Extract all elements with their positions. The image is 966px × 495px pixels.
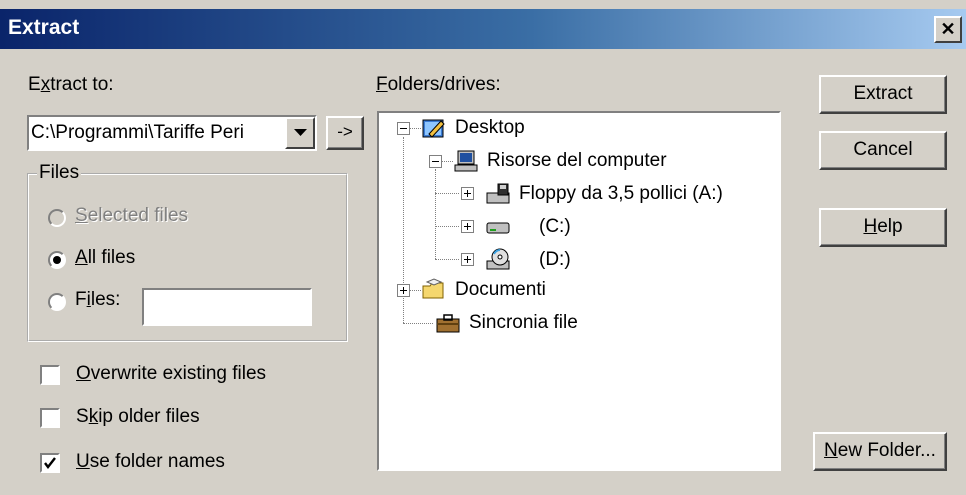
files-label[interactable]: Files: (75, 289, 120, 311)
help-button-label: Help (863, 216, 903, 237)
expander-minus-icon[interactable] (429, 155, 442, 168)
use-folder-names-label[interactable]: Use folder names (76, 451, 225, 473)
files-filter-input[interactable] (142, 288, 312, 326)
expander-minus-icon[interactable] (397, 122, 410, 135)
extract-to-combo[interactable]: C:\Programmi\Tariffe Peri (27, 115, 317, 151)
extract-button[interactable]: Extract (819, 75, 947, 114)
selected-files-label: Selected files (75, 205, 189, 226)
my-computer-icon (454, 150, 478, 172)
cd-drive-icon (486, 248, 510, 270)
tree-line (435, 226, 459, 227)
tree-line (403, 323, 433, 324)
hard-drive-icon (486, 222, 510, 234)
tree-line (435, 169, 436, 259)
browse-arrow-button[interactable]: -> (326, 116, 364, 150)
close-button[interactable]: ✕ (934, 16, 962, 43)
new-folder-button[interactable]: New Folder... (813, 432, 947, 471)
floppy-drive-icon (486, 183, 510, 204)
tree-node-briefcase[interactable]: Sincronia file (469, 312, 578, 334)
folders-tree[interactable]: Desktop Risorse del computer Floppy da 3… (377, 111, 781, 471)
desktop-icon (422, 119, 445, 138)
skip-older-label[interactable]: Skip older files (76, 406, 200, 428)
selected-files-radio (48, 209, 66, 227)
checkmark-icon (44, 457, 56, 469)
new-folder-button-label: New Folder... (824, 440, 936, 461)
tree-line (435, 259, 459, 260)
title-bar[interactable]: Extract ✕ (0, 9, 966, 49)
extract-to-label: Extract to: (28, 74, 114, 95)
tree-line (441, 161, 453, 162)
briefcase-icon (436, 314, 460, 333)
expander-plus-icon[interactable] (461, 187, 474, 200)
close-icon: ✕ (940, 19, 956, 39)
files-group: Files Selected files All files Files: (27, 162, 348, 342)
all-files-radio[interactable] (48, 251, 66, 269)
files-radio[interactable] (48, 293, 66, 311)
documents-folder-icon (422, 278, 444, 299)
tree-node-desktop[interactable]: Desktop (455, 117, 525, 139)
browse-arrow-label: -> (337, 122, 353, 141)
use-folder-names-checkbox[interactable] (40, 453, 60, 473)
radio-selected-dot (53, 256, 61, 264)
all-files-label[interactable]: All files (75, 247, 135, 269)
window-title: Extract (8, 16, 80, 39)
tree-node-my-computer[interactable]: Risorse del computer (487, 150, 667, 172)
overwrite-checkbox[interactable] (40, 365, 60, 385)
extract-dialog: Extract ✕ Extract to: C:\Programmi\Tarif… (0, 0, 966, 495)
tree-node-documents[interactable]: Documenti (455, 279, 546, 301)
expander-plus-icon[interactable] (461, 253, 474, 266)
skip-older-checkbox[interactable] (40, 408, 60, 428)
files-group-legend: Files (37, 162, 82, 184)
expander-plus-icon[interactable] (461, 220, 474, 233)
tree-line (409, 128, 421, 129)
folders-drives-label: Folders/drives: (376, 74, 501, 95)
help-button[interactable]: Help (819, 208, 947, 247)
combo-dropdown-button[interactable] (285, 117, 315, 149)
expander-plus-icon[interactable] (397, 284, 410, 297)
cancel-button[interactable]: Cancel (819, 131, 947, 170)
overwrite-label[interactable]: Overwrite existing files (76, 363, 266, 385)
extract-button-label: Extract (853, 83, 913, 104)
tree-node-drive-c[interactable]: (C:) (539, 216, 571, 238)
cancel-button-label: Cancel (853, 139, 913, 160)
tree-node-drive-d[interactable]: (D:) (539, 249, 571, 271)
tree-line (435, 193, 459, 194)
tree-node-floppy[interactable]: Floppy da 3,5 pollici (A:) (519, 183, 723, 205)
chevron-down-icon (294, 129, 307, 136)
extract-to-value[interactable]: C:\Programmi\Tariffe Peri (31, 122, 283, 144)
